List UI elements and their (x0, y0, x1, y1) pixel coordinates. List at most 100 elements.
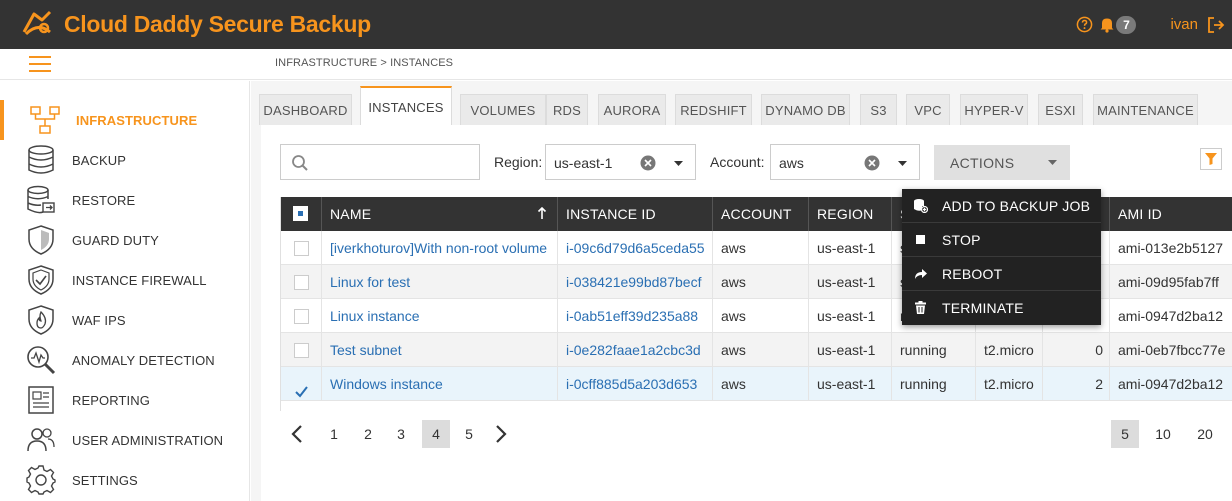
column-header-account[interactable]: ACCOUNT (713, 197, 809, 231)
tab-dashboard[interactable]: DASHBOARD (259, 94, 352, 125)
database-icon (28, 145, 54, 174)
filter-button[interactable] (1200, 148, 1222, 170)
help-icon[interactable] (1076, 16, 1093, 33)
page-3[interactable]: 3 (387, 420, 415, 448)
select-all-checkbox[interactable] (293, 206, 308, 221)
column-label: NAME (330, 206, 372, 222)
chevron-down-icon (1048, 160, 1057, 165)
tab-instances[interactable]: INSTANCES (360, 86, 452, 126)
page-4[interactable]: 4 (422, 420, 450, 448)
instance-name-link[interactable]: Test subnet (322, 333, 558, 367)
shield-icon (28, 225, 54, 255)
column-header-instance-id[interactable]: INSTANCE ID (558, 197, 713, 231)
instance-id-link[interactable]: i-0ab51eff39d235a88 (558, 299, 713, 333)
notifications-button[interactable]: 7 (1099, 15, 1137, 34)
search-icon (292, 155, 308, 171)
actions-button[interactable]: ACTIONS (934, 145, 1070, 180)
sidebar-item-backup[interactable]: BACKUP (0, 140, 250, 180)
row-checkbox[interactable] (294, 309, 309, 324)
column-header-region[interactable]: REGION (809, 197, 892, 231)
sidebar-item-reporting[interactable]: REPORTING (0, 380, 250, 420)
tab-volumes[interactable]: VOLUMES (460, 94, 546, 125)
count-cell: 2 (1043, 367, 1110, 401)
page-size-20[interactable]: 20 (1191, 420, 1219, 448)
account-cell: aws (713, 299, 809, 333)
state-cell: running (892, 333, 976, 367)
tab-maintenance[interactable]: MAINTENANCE (1093, 94, 1198, 125)
app-header: Cloud Daddy Secure Backup 7 ivan (0, 0, 1232, 49)
sidebar-item-label: RESTORE (72, 192, 136, 208)
region-cell: us-east-1 (809, 333, 892, 367)
actions-dropdown-menu: ADD TO BACKUP JOB STOP REBOOT TERMINATE (902, 189, 1101, 325)
chevron-left-icon[interactable] (290, 424, 304, 444)
account-cell: aws (713, 333, 809, 367)
sidebar-item-label: USER ADMINISTRATION (72, 432, 224, 448)
region-cell: us-east-1 (809, 265, 892, 299)
sidebar-item-anomaly-detection[interactable]: ANOMALY DETECTION (0, 340, 250, 380)
tab-vpc[interactable]: VPC (906, 94, 950, 125)
column-header-ami-id[interactable]: AMI ID (1110, 197, 1232, 231)
page-size-10[interactable]: 10 (1149, 420, 1177, 448)
sidebar-item-user-administration[interactable]: USER ADMINISTRATION (0, 420, 250, 460)
page-size-5[interactable]: 5 (1111, 420, 1139, 448)
app-title: Cloud Daddy Secure Backup (64, 10, 371, 37)
sidebar-item-instance-firewall[interactable]: INSTANCE FIREWALL (0, 260, 250, 300)
instance-id-link[interactable]: i-038421e99bd87becf (558, 265, 713, 299)
shield-check-icon (28, 265, 54, 295)
checkmark-icon (295, 386, 308, 398)
region-cell: us-east-1 (809, 367, 892, 401)
sidebar-item-restore[interactable]: RESTORE (0, 180, 250, 220)
sidebar-item-infrastructure[interactable]: INFRASTRUCTURE (0, 100, 250, 140)
table-row[interactable]: Test subnet i-0e282faae1a2cbc3d aws us-e… (281, 333, 1232, 367)
account-select[interactable]: aws (770, 144, 920, 180)
tab-redshift[interactable]: REDSHIFT (675, 94, 752, 125)
instance-id-link[interactable]: i-0e282faae1a2cbc3d (558, 333, 713, 367)
tab-esxi[interactable]: ESXI (1038, 94, 1083, 125)
tab-dynamo-db[interactable]: DYNAMO DB (761, 94, 850, 125)
redo-arrow-icon (915, 269, 927, 279)
hamburger-menu-icon[interactable] (29, 56, 51, 72)
sidebar-item-guard-duty[interactable]: GUARD DUTY (0, 220, 250, 260)
search-input[interactable] (280, 144, 480, 180)
tab-aurora[interactable]: AURORA (598, 94, 666, 125)
page-1[interactable]: 1 (320, 420, 348, 448)
user-name[interactable]: ivan (1170, 16, 1198, 33)
region-label: Region: (494, 154, 543, 170)
instance-name-link[interactable]: [iverkhoturov]With non-root volume (322, 231, 558, 265)
region-value: us-east-1 (554, 155, 613, 171)
tab-s3[interactable]: S3 (860, 94, 897, 125)
tab-hyper-v[interactable]: HYPER-V (960, 94, 1028, 125)
report-icon (28, 386, 54, 414)
row-checkbox[interactable] (294, 377, 309, 398)
menu-item-label: STOP (942, 232, 981, 248)
instance-name-link[interactable]: Linux for test (322, 265, 558, 299)
menu-item-reboot[interactable]: REBOOT (902, 257, 1101, 291)
logout-icon[interactable] (1206, 15, 1226, 35)
menu-item-stop[interactable]: STOP (902, 223, 1101, 257)
instance-id-link[interactable]: i-09c6d79d6a5ceda55 (558, 231, 713, 265)
brand[interactable]: Cloud Daddy Secure Backup (20, 7, 371, 41)
table-row[interactable]: Windows instance i-0cff885d5a203d653 aws… (281, 367, 1232, 401)
instance-id-link[interactable]: i-0cff885d5a203d653 (558, 367, 713, 401)
page-5[interactable]: 5 (455, 420, 483, 448)
row-checkbox[interactable] (294, 241, 309, 256)
sidebar-item-settings[interactable]: SETTINGS (0, 460, 250, 500)
sidebar-item-waf-ips[interactable]: WAF IPS (0, 300, 250, 340)
region-select[interactable]: us-east-1 (545, 144, 696, 180)
tab-rds[interactable]: RDS (546, 94, 588, 125)
menu-item-label: ADD TO BACKUP JOB (942, 198, 1091, 214)
menu-item-add-to-backup-job[interactable]: ADD TO BACKUP JOB (902, 189, 1101, 223)
column-header-name[interactable]: NAME (322, 197, 558, 231)
instance-name-link[interactable]: Windows instance (322, 367, 558, 401)
page-2[interactable]: 2 (354, 420, 382, 448)
database-restore-icon (27, 185, 55, 214)
chevron-down-icon (674, 161, 683, 166)
row-checkbox[interactable] (294, 275, 309, 290)
clear-region-icon[interactable] (640, 155, 656, 171)
row-checkbox[interactable] (294, 343, 309, 358)
chevron-right-icon[interactable] (494, 424, 508, 444)
menu-item-terminate[interactable]: TERMINATE (902, 291, 1101, 325)
instance-name-link[interactable]: Linux instance (322, 299, 558, 333)
sort-ascending-icon (537, 207, 547, 219)
clear-account-icon[interactable] (864, 155, 880, 171)
